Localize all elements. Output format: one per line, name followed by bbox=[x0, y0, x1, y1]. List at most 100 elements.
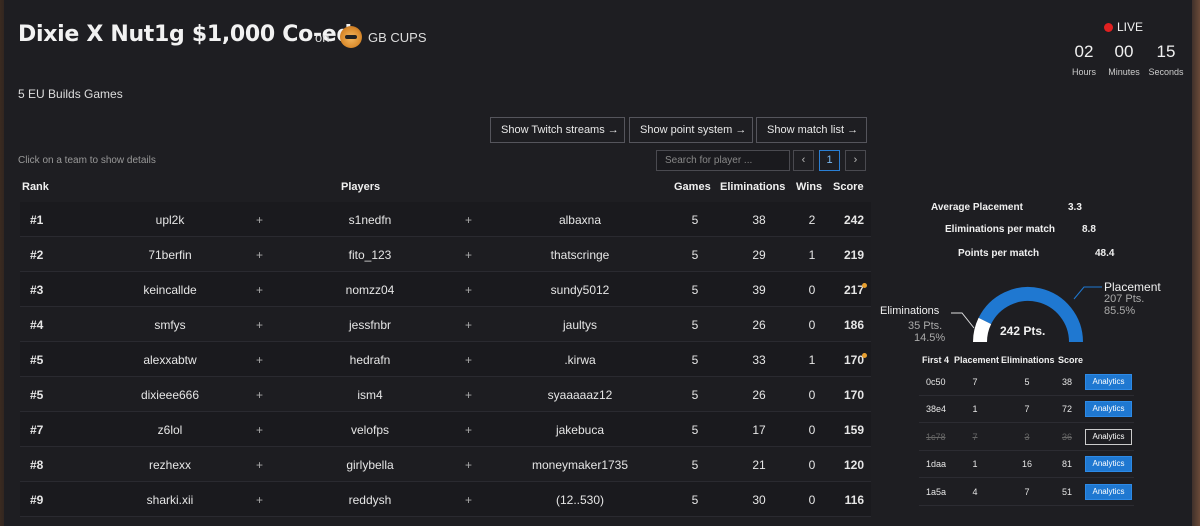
player-3-cell: thatscringe bbox=[550, 248, 610, 262]
match-row: 0c50 7 5 38 Analytics bbox=[919, 369, 1134, 396]
table-row[interactable]: #5 dixieee666 + ism4 + syaaaaaz12 5 26 0 170 bbox=[20, 377, 871, 412]
organizer-name[interactable]: GB CUPS bbox=[368, 30, 427, 45]
score-cell: 120 bbox=[843, 458, 864, 472]
player-2-cell: fito_123 bbox=[348, 248, 392, 262]
player-1-cell: alexxabtw bbox=[143, 353, 197, 367]
match-placement-cell: 4 bbox=[972, 486, 978, 497]
match-score-cell: 36 bbox=[1061, 431, 1072, 442]
player-2-cell: girlybella bbox=[346, 458, 394, 472]
table-row[interactable]: #2 71berfin + fito_123 + thatscringe 5 29 1 219 bbox=[20, 237, 871, 272]
eliminations-cell: 21 bbox=[752, 458, 766, 472]
games-cell: 5 bbox=[691, 353, 699, 367]
table-row[interactable]: #9 sharki.xii + reddysh + (12..530) 5 30 0 116 bbox=[20, 482, 871, 517]
elims-leader-line bbox=[951, 312, 975, 329]
plus-separator: + bbox=[256, 283, 264, 297]
games-cell: 5 bbox=[691, 213, 699, 227]
analytics-button[interactable]: Analytics bbox=[1085, 428, 1132, 445]
player-1-cell: 71berfin bbox=[148, 248, 192, 262]
analytics-button[interactable]: Analytics bbox=[1085, 401, 1132, 418]
plus-separator: + bbox=[256, 423, 264, 437]
wins-cell: 1 bbox=[808, 353, 816, 367]
show-match-list-button[interactable]: Show match list → bbox=[756, 117, 867, 143]
player-3-cell: albaxna bbox=[558, 213, 602, 227]
matches-score-header: Score bbox=[1058, 355, 1084, 365]
player-1-cell: upl2k bbox=[155, 213, 185, 227]
player-3-cell: jaultys bbox=[562, 318, 597, 332]
plus-separator: + bbox=[465, 248, 473, 262]
show-point-system-button[interactable]: Show point system → bbox=[629, 117, 753, 143]
player-1-cell: smfys bbox=[154, 318, 186, 332]
eliminations-cell: 17 bbox=[752, 423, 766, 437]
eliminations-cell: 38 bbox=[752, 213, 766, 227]
match-placement-cell: 1 bbox=[972, 459, 978, 470]
score-cell: 217 bbox=[843, 283, 864, 297]
pagination-page-button[interactable]: 1 bbox=[819, 150, 840, 171]
points-per-match-value: 48.4 bbox=[1095, 248, 1115, 259]
matches-first4-header: First 4 bbox=[922, 355, 950, 365]
rank-cell: #8 bbox=[30, 458, 44, 472]
player-2-cell: hedrafn bbox=[349, 353, 391, 367]
arrow-right-icon: → bbox=[735, 124, 747, 136]
player-1-cell: dixieee666 bbox=[140, 388, 200, 402]
table-row[interactable]: #1 upl2k + s1nedfn + albaxna 5 38 2 242 bbox=[20, 202, 871, 237]
games-cell: 5 bbox=[691, 423, 699, 437]
on-label: on bbox=[315, 30, 330, 45]
match-elims-cell: 3 bbox=[1024, 431, 1030, 442]
pagination-next-button[interactable]: › bbox=[845, 150, 866, 171]
player-search-input[interactable] bbox=[656, 150, 790, 171]
player-1-cell: keincallde bbox=[143, 283, 197, 297]
live-label: LIVE bbox=[1117, 20, 1144, 34]
wins-header: Wins bbox=[796, 181, 823, 193]
gauge-placement-label: Placement bbox=[1104, 280, 1161, 294]
plus-separator: + bbox=[465, 423, 473, 437]
matches-placement-header: Placement bbox=[954, 355, 1000, 365]
plus-separator: + bbox=[465, 388, 473, 402]
points-per-match-label: Points per match bbox=[958, 248, 1040, 259]
table-row[interactable]: #7 z6lol + velofps + jakebuca 5 17 0 159 bbox=[20, 412, 871, 447]
matches-button-label: Show match list bbox=[767, 124, 845, 136]
score-cell: 242 bbox=[843, 213, 864, 227]
plus-separator: + bbox=[465, 283, 473, 297]
analytics-button[interactable]: Analytics bbox=[1085, 374, 1132, 390]
plus-separator: + bbox=[465, 318, 473, 332]
plus-separator: + bbox=[256, 318, 264, 332]
games-header: Games bbox=[674, 181, 711, 193]
eliminations-cell: 29 bbox=[752, 248, 766, 262]
plus-separator: + bbox=[256, 388, 264, 402]
score-cell: 186 bbox=[843, 318, 864, 332]
player-2-cell: reddysh bbox=[348, 493, 392, 507]
player-1-cell: sharki.xii bbox=[146, 493, 194, 507]
gauge-elims-arc bbox=[972, 317, 992, 343]
plus-separator: + bbox=[465, 458, 473, 472]
matches-elims-header: Eliminations bbox=[1001, 355, 1055, 365]
table-row[interactable]: #5 alexxabtw + hedrafn + .kirwa 5 33 1 170 bbox=[20, 342, 871, 377]
match-placement-cell: 1 bbox=[972, 404, 978, 415]
hours-value: 02 bbox=[1074, 42, 1094, 61]
match-score-cell: 72 bbox=[1061, 404, 1072, 415]
pagination-prev-button[interactable]: ‹ bbox=[793, 150, 814, 171]
plus-separator: + bbox=[256, 248, 264, 262]
match-score-cell: 38 bbox=[1061, 377, 1072, 387]
player-3-cell: jakebuca bbox=[555, 423, 605, 437]
analytics-button[interactable]: Analytics bbox=[1085, 456, 1132, 473]
eliminations-cell: 39 bbox=[752, 283, 766, 297]
organizer-logo-icon[interactable] bbox=[340, 26, 362, 48]
match-id-cell: 1c78 bbox=[926, 431, 946, 442]
table-row[interactable]: #3 keincallde + nomzz04 + sundy5012 5 39 0 217 bbox=[20, 272, 871, 307]
analytics-button[interactable]: Analytics bbox=[1085, 483, 1132, 500]
eliminations-per-match-value: 8.8 bbox=[1082, 224, 1096, 235]
gauge-elims-percent: 14.5% bbox=[914, 332, 946, 344]
score-cell: 116 bbox=[844, 493, 864, 507]
match-id-cell: 1daa bbox=[926, 459, 947, 470]
table-row[interactable]: #8 rezhexx + girlybella + moneymaker1735 5 21 0 1… bbox=[20, 447, 871, 482]
player-3-cell: moneymaker1735 bbox=[531, 458, 629, 472]
timer-minutes: 00 Minutes bbox=[1104, 42, 1144, 77]
eliminations-cell: 30 bbox=[752, 493, 766, 507]
player-2-cell: jessfnbr bbox=[348, 318, 392, 332]
show-twitch-streams-button[interactable]: Show Twitch streams → bbox=[490, 117, 625, 143]
wins-cell: 1 bbox=[808, 248, 816, 262]
table-row[interactable]: #4 smfys + jessfnbr + jaultys 5 26 0 186 bbox=[20, 307, 871, 342]
plus-separator: + bbox=[465, 353, 473, 367]
player-2-cell: s1nedfn bbox=[348, 213, 392, 227]
seconds-value: 15 bbox=[1156, 42, 1176, 61]
